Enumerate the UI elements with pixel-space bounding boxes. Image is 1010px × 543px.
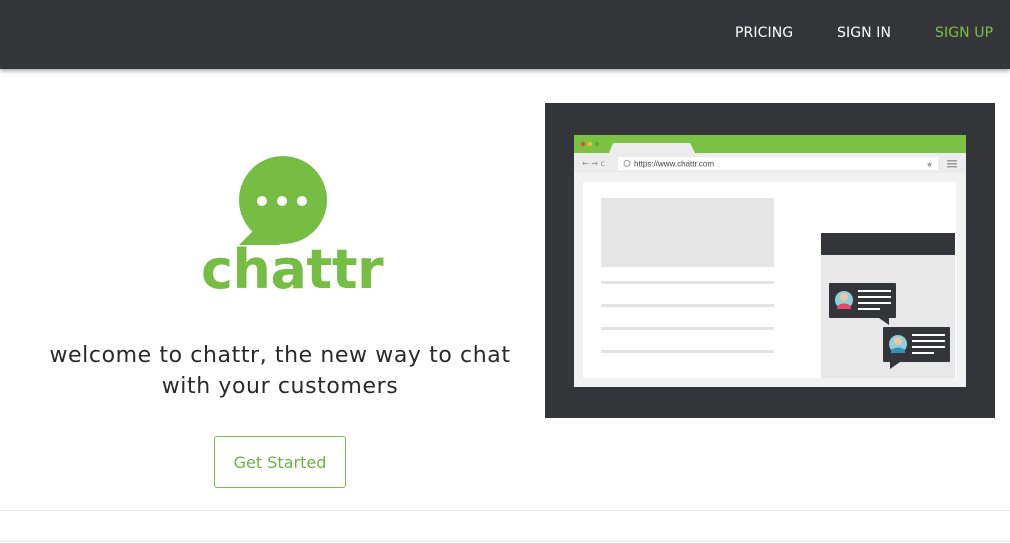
section-divider bbox=[0, 510, 1010, 511]
top-navbar: PRICING SIGN IN SIGN UP bbox=[0, 0, 1010, 69]
section-divider bbox=[0, 541, 1010, 542]
window-min-dot bbox=[587, 141, 593, 147]
product-illustration: ← → c https://www.chattr.com ★ bbox=[545, 103, 995, 418]
content-image-placeholder bbox=[601, 198, 774, 267]
tagline-line-1: welcome to chattr, the new way to chat bbox=[49, 343, 511, 368]
nav-sign-in-link[interactable]: SIGN IN bbox=[837, 25, 891, 41]
brand-wordmark: chattr bbox=[201, 238, 384, 301]
nav-arrows-icon: ← → c bbox=[582, 159, 605, 168]
menu-icon bbox=[947, 160, 957, 168]
window-max-dot bbox=[594, 141, 600, 147]
address-url: https://www.chattr.com bbox=[634, 160, 714, 169]
tagline-line-2: with your customers bbox=[161, 374, 399, 399]
chattr-logo: chattr bbox=[195, 154, 384, 304]
bookmark-star-icon: ★ bbox=[926, 160, 933, 169]
get-started-button[interactable]: Get Started bbox=[214, 436, 346, 488]
window-close-dot bbox=[580, 141, 586, 147]
nav-pricing-link[interactable]: PRICING bbox=[735, 25, 793, 41]
hero-tagline: welcome to chattr, the new way to chat w… bbox=[30, 340, 530, 402]
nav-sign-up-link[interactable]: SIGN UP bbox=[935, 25, 993, 41]
